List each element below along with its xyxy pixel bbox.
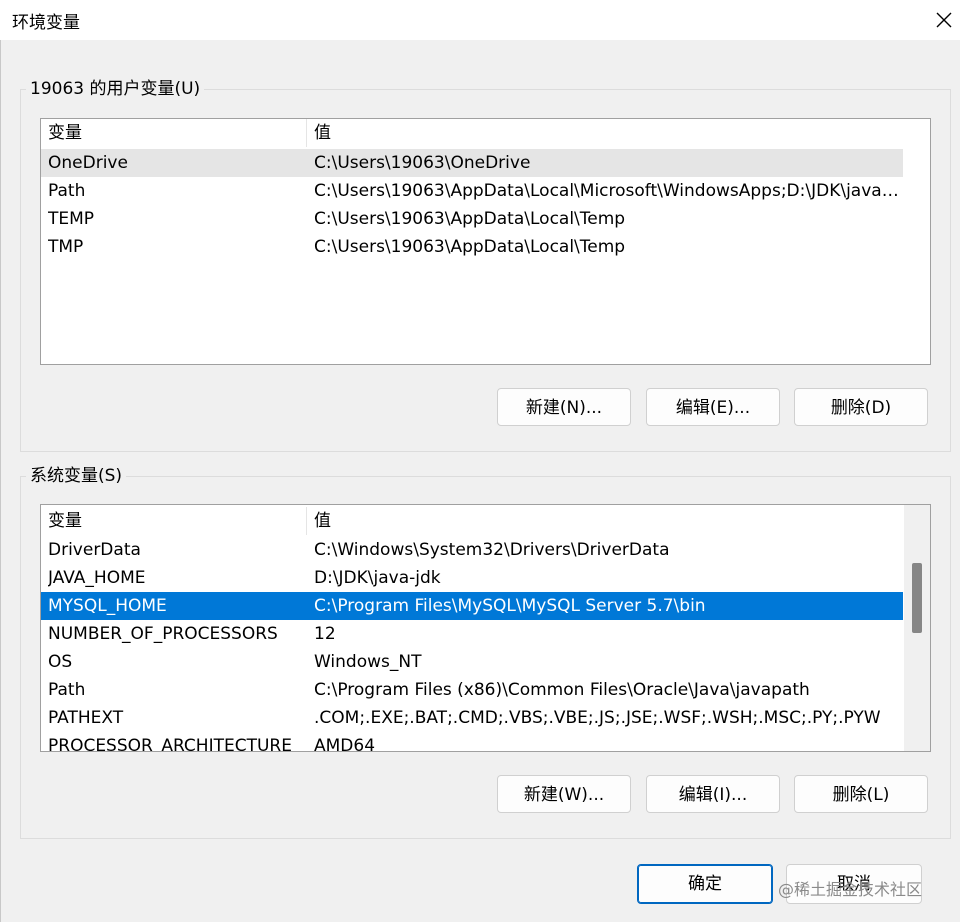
variable-name: Path	[48, 680, 86, 700]
table-row[interactable]: Path C:\Users\19063\AppData\Local\Micros…	[41, 177, 903, 205]
variable-name: MYSQL_HOME	[48, 596, 167, 616]
variable-name: JAVA_HOME	[48, 568, 146, 588]
variable-value: Windows_NT	[314, 652, 422, 672]
variable-value: C:\Users\19063\AppData\Local\Microsoft\W…	[314, 181, 899, 201]
list-header: 变量 值	[41, 507, 903, 535]
variable-name: Path	[48, 181, 86, 201]
table-row[interactable]: PATHEXT .COM;.EXE;.BAT;.CMD;.VBS;.VBE;.J…	[41, 704, 903, 732]
system-new-button[interactable]: 新建(W)...	[497, 775, 631, 813]
title-bar: 环境变量	[0, 0, 960, 40]
variable-value: AMD64	[314, 736, 376, 752]
scrollbar-thumb[interactable]	[912, 563, 922, 633]
variable-name: DriverData	[48, 540, 141, 560]
variable-value: C:\Windows\System32\Drivers\DriverData	[314, 540, 670, 560]
variable-value: C:\Users\19063\AppData\Local\Temp	[314, 237, 626, 257]
variable-name: OS	[48, 652, 73, 672]
user-variables-list[interactable]: 变量 值 OneDrive C:\Users\19063\OneDrive Pa…	[40, 118, 931, 365]
table-row[interactable]: JAVA_HOME D:\JDK\java-jdk	[41, 564, 903, 592]
variable-name: NUMBER_OF_PROCESSORS	[48, 624, 278, 644]
table-row[interactable]: Path C:\Program Files (x86)\Common Files…	[41, 676, 903, 704]
column-header-variable[interactable]: 变量	[48, 507, 307, 535]
system-edit-button[interactable]: 编辑(I)...	[646, 775, 780, 813]
user-new-button[interactable]: 新建(N)...	[497, 388, 631, 426]
variable-name: PROCESSOR_ARCHITECTURE	[48, 736, 292, 752]
vertical-scrollbar[interactable]	[904, 505, 930, 751]
table-row[interactable]: OneDrive C:\Users\19063\OneDrive	[41, 149, 903, 177]
variable-value: 12	[314, 624, 336, 644]
variable-value: C:\Program Files (x86)\Common Files\Orac…	[314, 680, 810, 700]
variable-value: C:\Users\19063\AppData\Local\Temp	[314, 209, 626, 229]
column-header-variable[interactable]: 变量	[48, 119, 307, 147]
user-edit-button[interactable]: 编辑(E)...	[646, 388, 780, 426]
column-header-value[interactable]: 值	[314, 507, 901, 535]
system-variables-list[interactable]: 变量 值 DriverData C:\Windows\System32\Driv…	[40, 504, 931, 752]
variable-value: C:\Program Files\MySQL\MySQL Server 5.7\…	[314, 596, 706, 616]
variable-value: .COM;.EXE;.BAT;.CMD;.VBS;.VBE;.JS;.JSE;.…	[314, 708, 881, 728]
table-row[interactable]: TMP C:\Users\19063\AppData\Local\Temp	[41, 233, 903, 261]
user-delete-button[interactable]: 删除(D)	[794, 388, 928, 426]
close-icon[interactable]	[932, 8, 956, 32]
variable-value: C:\Users\19063\OneDrive	[314, 153, 531, 173]
variable-name: TEMP	[48, 209, 95, 229]
window-title: 环境变量	[12, 13, 80, 33]
ok-button[interactable]: 确定	[637, 864, 773, 904]
variable-value: D:\JDK\java-jdk	[314, 568, 441, 588]
window-border	[0, 40, 1, 922]
user-variables-label: 19063 的用户变量(U)	[26, 78, 205, 100]
table-row[interactable]: PROCESSOR_ARCHITECTURE AMD64	[41, 732, 903, 752]
system-variables-label: 系统变量(S)	[26, 465, 127, 487]
system-delete-button[interactable]: 删除(L)	[794, 775, 928, 813]
variable-name: OneDrive	[48, 153, 128, 173]
table-row-selected[interactable]: MYSQL_HOME C:\Program Files\MySQL\MySQL …	[41, 592, 903, 620]
table-row[interactable]: DriverData C:\Windows\System32\Drivers\D…	[41, 536, 903, 564]
table-row[interactable]: OS Windows_NT	[41, 648, 903, 676]
table-row[interactable]: TEMP C:\Users\19063\AppData\Local\Temp	[41, 205, 903, 233]
column-header-value[interactable]: 值	[314, 119, 901, 147]
table-row[interactable]: NUMBER_OF_PROCESSORS 12	[41, 620, 903, 648]
variable-name: PATHEXT	[48, 708, 124, 728]
variable-name: TMP	[48, 237, 84, 257]
list-header: 变量 值	[41, 119, 903, 147]
watermark: @稀土掘金技术社区	[778, 880, 923, 899]
